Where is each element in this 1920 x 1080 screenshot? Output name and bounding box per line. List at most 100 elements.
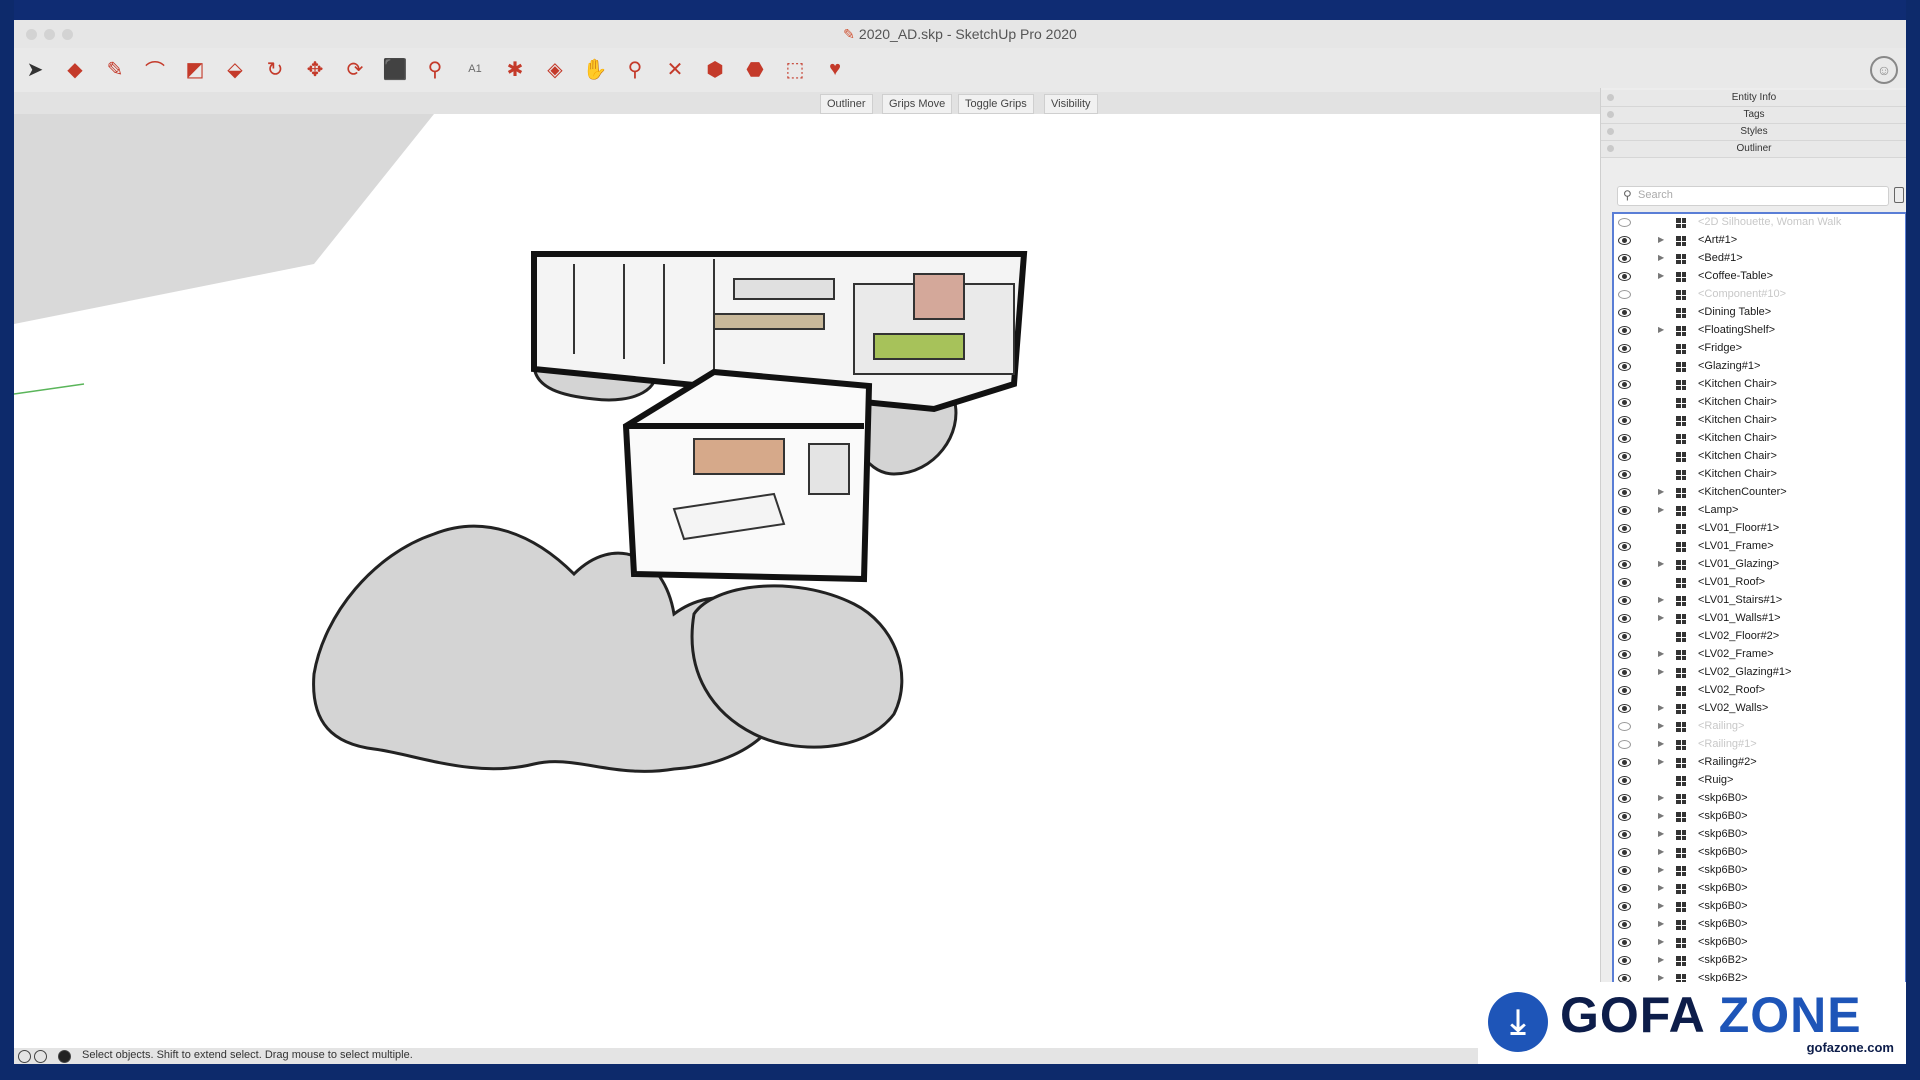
outliner-row[interactable]: <LV02_Roof> [1614, 682, 1905, 700]
eye-icon[interactable] [1618, 452, 1631, 461]
eraser-icon[interactable]: ◆ [60, 54, 90, 84]
outliner-row[interactable]: ▶ <LV02_Glazing#1> [1614, 664, 1905, 682]
outliner-row[interactable]: ▶ <LV02_Frame> [1614, 646, 1905, 664]
eye-icon[interactable] [1618, 794, 1631, 803]
eye-icon[interactable] [1618, 884, 1631, 893]
warehouse-icon[interactable]: ⬢ [700, 54, 730, 84]
eye-icon[interactable] [1618, 668, 1631, 677]
tab-grips-move[interactable]: Grips Move [882, 94, 953, 114]
arc-icon[interactable]: ⌒ [140, 54, 170, 84]
tray-panel-entity-info[interactable]: Entity Info [1601, 90, 1906, 107]
eye-icon[interactable] [1618, 614, 1631, 623]
expand-triangle-icon[interactable]: ▶ [1658, 973, 1664, 982]
pan-hand-icon[interactable]: ✋ [580, 54, 610, 84]
outliner-row[interactable]: ▶ <Art#1> [1614, 232, 1905, 250]
outliner-row[interactable]: ▶ <skp6B0> [1614, 880, 1905, 898]
outliner-row[interactable]: <Kitchen Chair> [1614, 466, 1905, 484]
expand-triangle-icon[interactable]: ▶ [1658, 253, 1664, 262]
outliner-row[interactable]: <LV01_Floor#1> [1614, 520, 1905, 538]
user-profile-icon[interactable]: ☺ [1870, 56, 1898, 84]
outliner-row[interactable]: ▶ <LV01_Glazing> [1614, 556, 1905, 574]
paint-bucket-icon[interactable]: ✱ [500, 54, 530, 84]
outliner-row[interactable]: ▶ <skp6B0> [1614, 916, 1905, 934]
outliner-row[interactable]: ▶ <skp6B2> [1614, 952, 1905, 970]
eye-icon[interactable] [1618, 650, 1631, 659]
outliner-row[interactable]: ▶ <skp6B0> [1614, 826, 1905, 844]
eye-icon[interactable] [1618, 344, 1631, 353]
expand-triangle-icon[interactable]: ▶ [1658, 937, 1664, 946]
eye-icon[interactable] [1618, 398, 1631, 407]
outliner-row[interactable]: ▶ <KitchenCounter> [1614, 484, 1905, 502]
expand-triangle-icon[interactable]: ▶ [1658, 883, 1664, 892]
expand-triangle-icon[interactable]: ▶ [1658, 919, 1664, 928]
offset-icon[interactable]: ↻ [260, 54, 290, 84]
eye-icon[interactable] [1618, 272, 1631, 281]
eye-icon[interactable] [1618, 308, 1631, 317]
tray-panel-styles[interactable]: Styles [1601, 124, 1906, 141]
outliner-row[interactable]: ▶ <Bed#1> [1614, 250, 1905, 268]
credits-icon[interactable] [34, 1050, 47, 1063]
outliner-row[interactable]: <Kitchen Chair> [1614, 394, 1905, 412]
eye-icon[interactable] [1618, 560, 1631, 569]
tray-panel-outliner[interactable]: Outliner [1601, 141, 1906, 158]
eye-icon[interactable] [1618, 812, 1631, 821]
outliner-row[interactable]: ▶ <skp6B0> [1614, 898, 1905, 916]
outliner-row[interactable]: ▶ <Lamp> [1614, 502, 1905, 520]
outliner-row[interactable]: ▶ <Coffee-Table> [1614, 268, 1905, 286]
eye-icon[interactable] [1618, 830, 1631, 839]
expand-triangle-icon[interactable]: ▶ [1658, 703, 1664, 712]
move-icon[interactable]: ✥ [300, 54, 330, 84]
geo-location-icon[interactable] [18, 1050, 31, 1063]
tab-toggle-grips[interactable]: Toggle Grips [958, 94, 1034, 114]
eye-icon[interactable] [1618, 938, 1631, 947]
zoom-extents-icon[interactable]: ✕ [660, 54, 690, 84]
outliner-row[interactable]: <LV02_Floor#2> [1614, 628, 1905, 646]
outliner-row[interactable]: <LV01_Frame> [1614, 538, 1905, 556]
eye-icon[interactable] [1618, 920, 1631, 929]
eye-icon[interactable] [1618, 704, 1631, 713]
expand-triangle-icon[interactable]: ▶ [1658, 829, 1664, 838]
eye-icon[interactable] [1618, 236, 1631, 245]
expand-triangle-icon[interactable]: ▶ [1658, 721, 1664, 730]
outliner-row[interactable]: ▶ <skp6B0> [1614, 934, 1905, 952]
outliner-options-icon[interactable] [1894, 187, 1904, 203]
outliner-row[interactable]: <Fridge> [1614, 340, 1905, 358]
outliner-row[interactable]: <Glazing#1> [1614, 358, 1905, 376]
outliner-row[interactable]: <LV01_Roof> [1614, 574, 1905, 592]
panel-close-dot[interactable] [1607, 94, 1614, 101]
eye-icon[interactable] [1618, 326, 1631, 335]
expand-triangle-icon[interactable]: ▶ [1658, 595, 1664, 604]
extension-manager-icon[interactable]: ♥ [820, 54, 850, 84]
outliner-tree[interactable]: <2D Silhouette, Woman Walk ▶ <Art#1> ▶ <Bed#… [1612, 212, 1906, 986]
expand-triangle-icon[interactable]: ▶ [1658, 811, 1664, 820]
expand-triangle-icon[interactable]: ▶ [1658, 667, 1664, 676]
outliner-row[interactable]: ▶ <Railing> [1614, 718, 1905, 736]
scale-icon[interactable]: ⬛ [380, 54, 410, 84]
eye-icon[interactable] [1618, 524, 1631, 533]
select-arrow-icon[interactable]: ➤ [20, 54, 50, 84]
eye-hidden-icon[interactable] [1618, 740, 1631, 749]
text-label-icon[interactable]: A1 [460, 54, 490, 84]
eye-icon[interactable] [1618, 776, 1631, 785]
outliner-row[interactable]: <Dining Table> [1614, 304, 1905, 322]
tab-outliner[interactable]: Outliner [820, 94, 873, 114]
expand-triangle-icon[interactable]: ▶ [1658, 325, 1664, 334]
model-viewport[interactable] [14, 114, 1600, 1064]
eye-icon[interactable] [1618, 434, 1631, 443]
eye-icon[interactable] [1618, 632, 1631, 641]
pencil-line-icon[interactable]: ✎ [100, 54, 130, 84]
eye-icon[interactable] [1618, 686, 1631, 695]
outliner-row[interactable]: ▶ <Railing#1> [1614, 736, 1905, 754]
rectangle-icon[interactable]: ◩ [180, 54, 210, 84]
outliner-row[interactable]: ▶ <skp6B0> [1614, 808, 1905, 826]
expand-triangle-icon[interactable]: ▶ [1658, 235, 1664, 244]
orbit-icon[interactable]: ◈ [540, 54, 570, 84]
outliner-row[interactable]: <Ruig> [1614, 772, 1905, 790]
panel-close-dot[interactable] [1607, 128, 1614, 135]
expand-triangle-icon[interactable]: ▶ [1658, 649, 1664, 658]
eye-icon[interactable] [1618, 848, 1631, 857]
expand-triangle-icon[interactable]: ▶ [1658, 793, 1664, 802]
outliner-row[interactable]: ▶ <LV01_Walls#1> [1614, 610, 1905, 628]
expand-triangle-icon[interactable]: ▶ [1658, 865, 1664, 874]
panel-close-dot[interactable] [1607, 111, 1614, 118]
